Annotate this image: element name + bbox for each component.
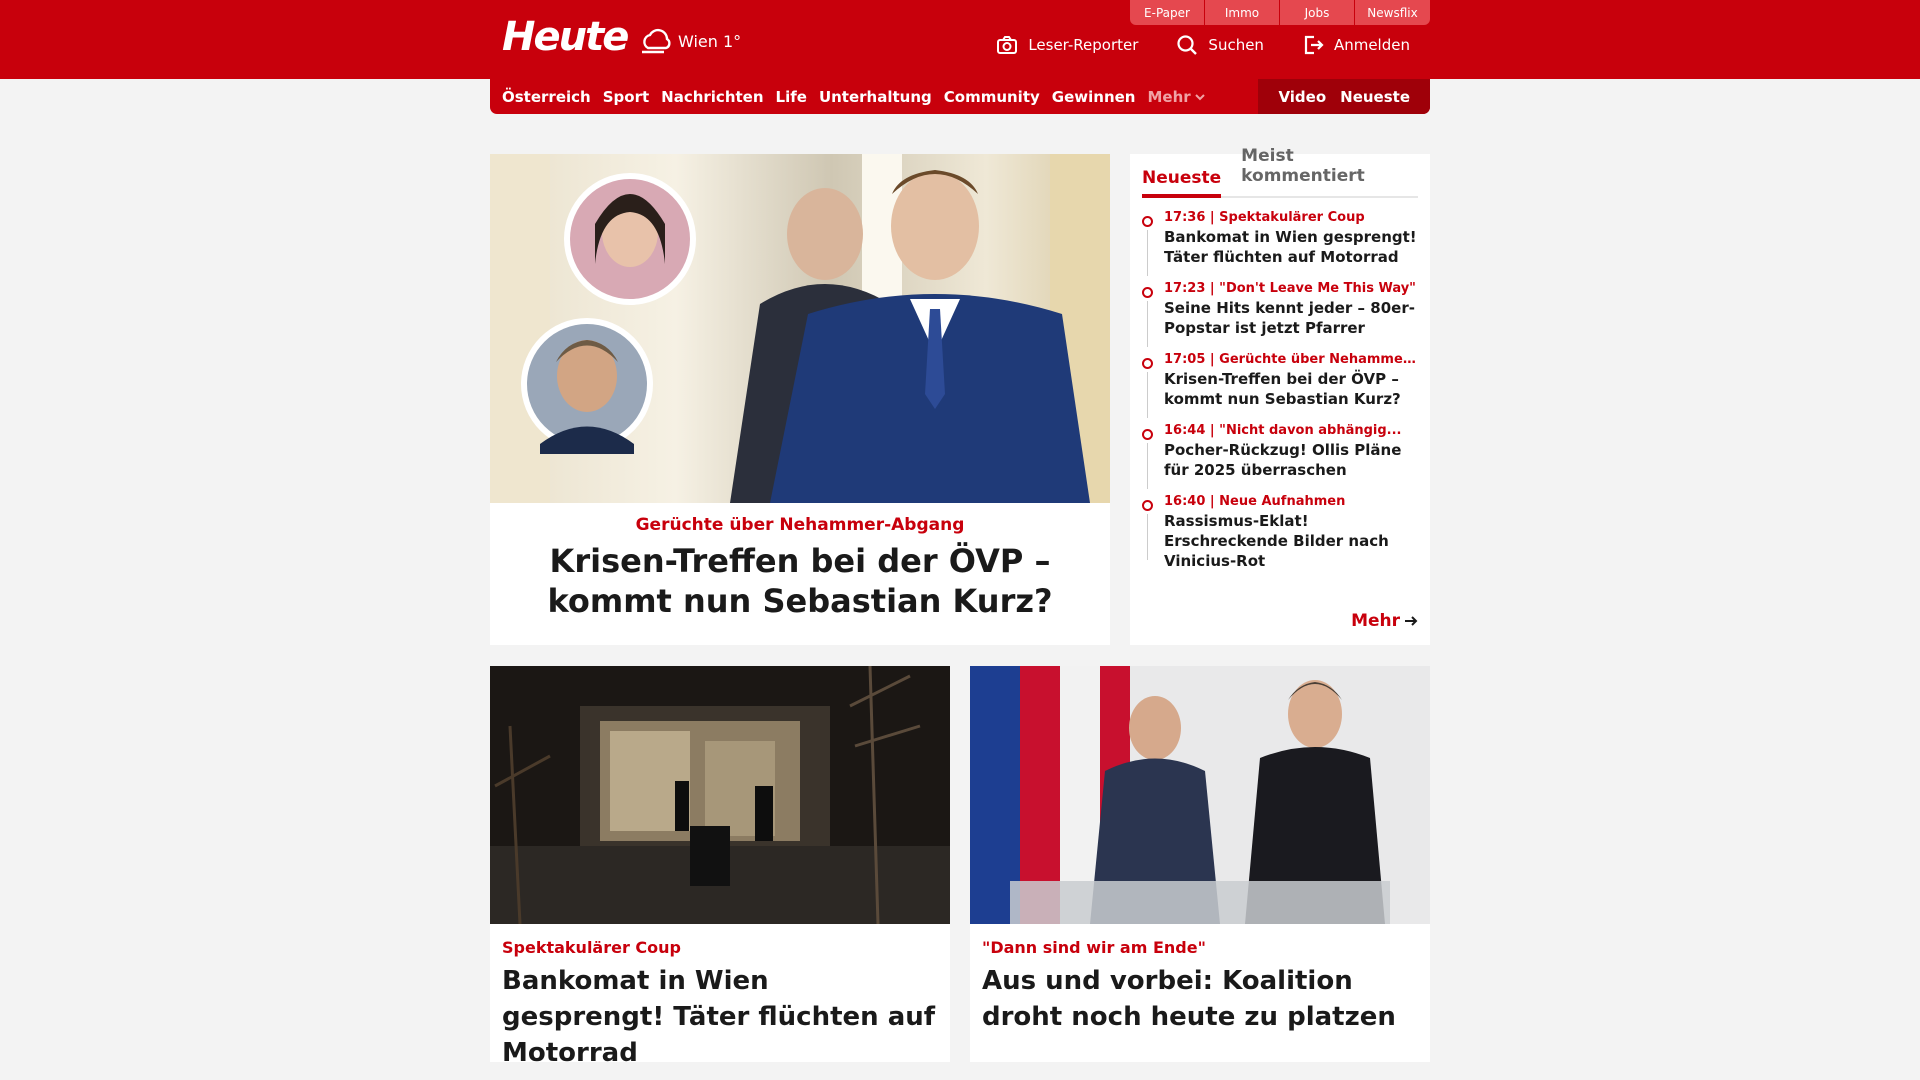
ticker-title: Bankomat in Wien gesprengt! Täter flücht…	[1164, 228, 1417, 266]
hero-photo	[490, 154, 1110, 503]
ticker-item[interactable]: 16:40 | Neue Aufnahmen Rassismus-Eklat! …	[1142, 494, 1418, 571]
ticker-tabs: Neueste Meist kommentiert	[1142, 146, 1418, 198]
ticker-title: Rassismus-Eklat! Erschreckende Bilder na…	[1164, 512, 1389, 570]
reporter-label: Leser-Reporter	[1028, 36, 1139, 54]
service-tabs: E-Paper Immo Jobs Newsflix	[1130, 0, 1430, 25]
nav-video[interactable]: Video	[1278, 88, 1326, 106]
camera-icon	[997, 36, 1018, 54]
ticker-item[interactable]: 17:36 | Spektakulärer Coup Bankomat in W…	[1142, 210, 1418, 276]
ticker-meta: 17:05 | Gerüchte über Nehammer-...	[1164, 352, 1418, 367]
ticker-more-link[interactable]: Mehr	[1351, 611, 1418, 631]
card-title[interactable]: Aus und vorbei: Koalition droht noch heu…	[982, 963, 1418, 1035]
article-card-koalition[interactable]: "Dann sind wir am Ende" Aus und vorbei: …	[970, 666, 1430, 1062]
search-button[interactable]: Suchen	[1176, 34, 1264, 56]
ticker-title: Pocher-Rückzug! Ollis Pläne für 2025 übe…	[1164, 441, 1402, 479]
nav-more-label: Mehr	[1147, 87, 1191, 106]
nav-community[interactable]: Community	[944, 88, 1040, 106]
header-actions: Leser-Reporter Suchen Anmelden	[996, 34, 1410, 56]
weather-widget[interactable]: Wien 1°	[638, 26, 741, 56]
nav-oesterreich[interactable]: Österreich	[502, 88, 591, 106]
tab-immo[interactable]: Immo	[1205, 0, 1280, 25]
site-logo[interactable]: Heute	[502, 14, 629, 60]
nav-more[interactable]: Mehr	[1147, 87, 1205, 106]
chevron-down-icon	[1194, 93, 1205, 100]
ticker-item[interactable]: 17:23 | "Don't Leave Me This Way" Seine …	[1142, 281, 1418, 347]
login-icon	[1304, 35, 1324, 55]
login-label: Anmelden	[1333, 36, 1410, 54]
cloud-sun-icon	[642, 28, 671, 54]
tab-epaper[interactable]: E-Paper	[1130, 0, 1205, 25]
hero-title[interactable]: Krisen-Treffen bei der ÖVP – kommt nun S…	[490, 541, 1110, 621]
card-image[interactable]	[970, 666, 1430, 924]
login-button[interactable]: Anmelden	[1302, 34, 1410, 56]
article-card-bankomat[interactable]: Spektakulärer Coup Bankomat in Wien gesp…	[490, 666, 950, 1068]
card-title[interactable]: Bankomat in Wien gesprengt! Täter flücht…	[502, 963, 938, 1071]
card-image[interactable]	[490, 666, 950, 924]
ticker-item[interactable]: 16:44 | "Nicht davon abhängig... Pocher-…	[1142, 423, 1418, 489]
arrow-right-icon	[1405, 616, 1418, 626]
search-label: Suchen	[1208, 36, 1264, 54]
ticker-list: 17:36 | Spektakulärer Coup Bankomat in W…	[1142, 210, 1418, 571]
ticker-item[interactable]: 17:05 | Gerüchte über Nehammer-... Krise…	[1142, 352, 1418, 418]
nav-unterhaltung[interactable]: Unterhaltung	[819, 88, 932, 106]
news-ticker-panel: Neueste Meist kommentiert 17:36 | Spekta…	[1130, 146, 1430, 645]
main-nav: Österreich Sport Nachrichten Life Unterh…	[490, 79, 1430, 114]
ticker-meta: 17:36 | Spektakulärer Coup	[1164, 210, 1365, 225]
card-kicker: "Dann sind wir am Ende"	[982, 938, 1206, 957]
tab-meist-kommentiert[interactable]: Meist kommentiert	[1241, 146, 1418, 196]
nav-right: Video Neueste	[1258, 79, 1430, 114]
press-conference-photo	[970, 666, 1430, 924]
ticker-meta: 17:23 | "Don't Leave Me This Way"	[1164, 281, 1416, 296]
card-kicker: Spektakulärer Coup	[502, 938, 682, 957]
header: Heute Wien 1° E-Paper Immo Jobs Newsflix…	[490, 0, 1430, 79]
nav-sport[interactable]: Sport	[603, 88, 649, 106]
hero-image[interactable]	[490, 154, 1110, 503]
ticker-title: Krisen-Treffen bei der ÖVP – kommt nun S…	[1164, 370, 1401, 408]
nav-nachrichten[interactable]: Nachrichten	[661, 88, 763, 106]
nav-gewinnen[interactable]: Gewinnen	[1052, 88, 1136, 106]
nav-life[interactable]: Life	[776, 88, 807, 106]
nav-neueste[interactable]: Neueste	[1340, 88, 1410, 106]
night-scene-photo	[490, 666, 950, 924]
ticker-meta: 16:40 | Neue Aufnahmen	[1164, 494, 1346, 509]
ticker-meta: 16:44 | "Nicht davon abhängig...	[1164, 423, 1402, 438]
reporter-button[interactable]: Leser-Reporter	[996, 34, 1138, 56]
tab-neueste[interactable]: Neueste	[1142, 168, 1222, 198]
weather-label: Wien 1°	[678, 31, 742, 51]
tab-newsflix[interactable]: Newsflix	[1355, 0, 1430, 25]
search-icon	[1177, 35, 1198, 55]
ticker-more-label: Mehr	[1351, 611, 1400, 631]
hero-kicker: Gerüchte über Nehammer-Abgang	[635, 515, 965, 535]
tab-jobs[interactable]: Jobs	[1280, 0, 1355, 25]
hero-article[interactable]: Gerüchte über Nehammer-Abgang Krisen-Tre…	[490, 154, 1110, 645]
ticker-title: Seine Hits kennt jeder – 80er-Popstar is…	[1164, 299, 1415, 337]
